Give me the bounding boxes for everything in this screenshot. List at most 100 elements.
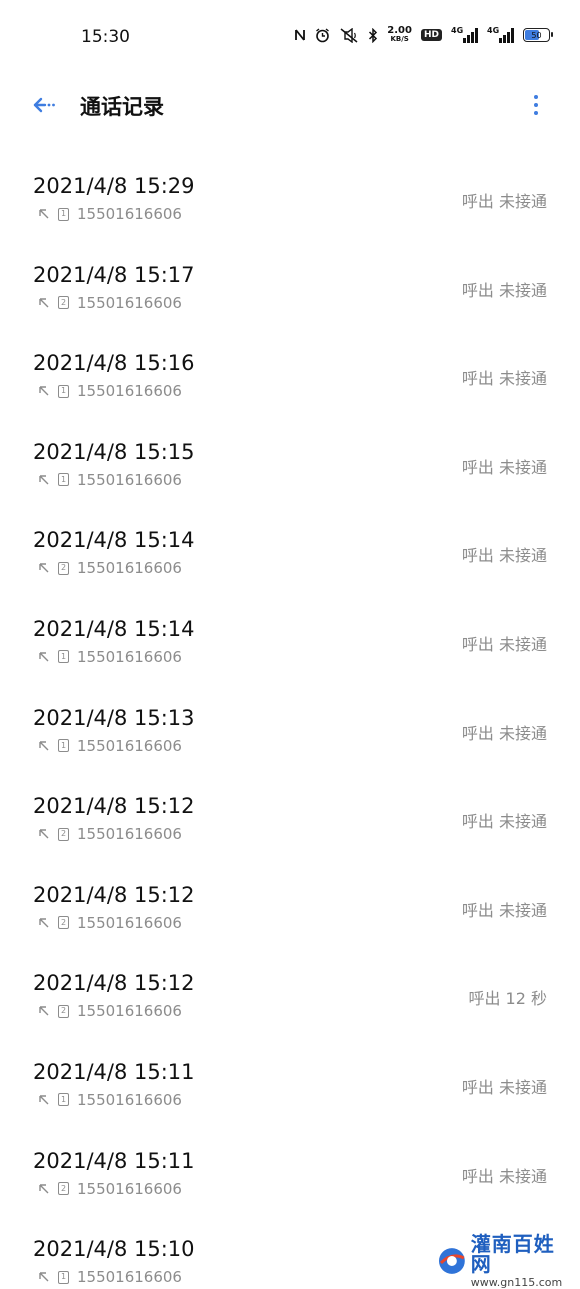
phone-number: 15501616606: [77, 470, 182, 489]
call-log-item[interactable]: 2021/4/8 15:12 2 15501616606 呼出 12 秒: [0, 957, 580, 1046]
call-details: 1 15501616606: [38, 1091, 182, 1109]
call-time: 2021/4/8 15:14: [33, 616, 195, 641]
alarm-icon: [315, 27, 330, 43]
signal-icon-1: 4G: [451, 26, 478, 43]
outgoing-call-icon: [39, 652, 49, 662]
sim-slot: 2: [60, 829, 67, 839]
sim-slot: 1: [60, 209, 67, 218]
call-status: 呼出 未接通: [461, 457, 547, 477]
watermark-name: 灌南百姓网: [470, 1232, 555, 1276]
sim-slot: 1: [60, 386, 67, 396]
call-details: 1 15501616606: [38, 648, 182, 666]
more-vertical-icon: [534, 95, 538, 99]
call-status: 呼出 未接通: [461, 1077, 547, 1097]
nfc-icon: [294, 28, 306, 42]
status-time: 15:30: [81, 27, 130, 47]
more-options-button[interactable]: [526, 92, 546, 118]
call-log-item[interactable]: 2021/4/8 15:17 2 15501616606 呼出 未接通: [0, 249, 580, 338]
sim-card-icon: 2: [58, 1004, 69, 1018]
call-time: 2021/4/8 15:11: [33, 1148, 195, 1173]
sim-slot: 2: [60, 1006, 67, 1016]
hd-badge: HD: [420, 29, 442, 41]
call-details: 1 15501616606: [38, 1268, 182, 1286]
call-log-item[interactable]: 2021/4/8 15:14 1 15501616606 呼出 未接通: [0, 603, 580, 692]
sim-card-icon: 1: [58, 739, 69, 753]
network-speed-unit: KB/S: [390, 35, 409, 43]
network-speed: 2.00 KB/S: [387, 26, 412, 44]
network-speed-value: 2.00: [387, 25, 412, 36]
watermark-url: www.gn115.com: [470, 1276, 563, 1289]
phone-number: 15501616606: [77, 1090, 182, 1109]
outgoing-call-icon: [39, 1183, 49, 1194]
call-status: 呼出 未接通: [461, 280, 547, 300]
call-log-item[interactable]: 2021/4/8 15:13 1 15501616606 呼出 未接通: [0, 692, 580, 781]
signal-2-label: 4G: [487, 26, 500, 35]
sim-slot: 2: [60, 297, 67, 307]
outgoing-call-icon: [39, 1272, 49, 1282]
call-details: 2 15501616606: [38, 1180, 182, 1198]
call-status: 呼出 未接通: [461, 546, 547, 566]
call-status: 呼出 未接通: [461, 192, 547, 211]
phone-number: 15501616606: [77, 825, 182, 844]
phone-number: 15501616606: [77, 736, 182, 755]
outgoing-call-icon: [39, 386, 49, 396]
sim-slot: 1: [60, 1094, 67, 1104]
battery-icon: 50: [523, 28, 553, 42]
call-time: 2021/4/8 15:13: [33, 705, 195, 730]
watermark-logo: 灌南百姓网 www.gn115.com: [437, 1234, 575, 1288]
phone-number: 15501616606: [77, 913, 182, 932]
phone-number: 15501616606: [77, 205, 182, 223]
call-details: 2 15501616606: [38, 914, 182, 932]
sim-card-icon: 1: [58, 473, 69, 487]
sim-card-icon: 2: [58, 561, 69, 575]
call-time: 2021/4/8 15:15: [33, 439, 195, 464]
call-time: 2021/4/8 15:17: [33, 262, 195, 287]
call-status: 呼出 未接通: [461, 634, 547, 654]
signal-1-label: 4G: [451, 26, 464, 35]
outgoing-call-icon: [39, 1006, 49, 1016]
outgoing-call-icon: [39, 829, 49, 839]
status-bar: 15:30 2.00 KB/S HD 4G 4G 50: [0, 0, 580, 74]
call-log-item[interactable]: 2021/4/8 15:14 2 15501616606 呼出 未接通: [0, 514, 580, 603]
call-details: 1 15501616606: [38, 471, 182, 489]
call-log-item[interactable]: 2021/4/8 15:12 2 15501616606 呼出 未接通: [0, 869, 580, 958]
call-log-item[interactable]: 2021/4/8 15:11 1 15501616606 呼出 未接通: [0, 1046, 580, 1135]
call-time: 2021/4/8 15:12: [33, 794, 195, 819]
outgoing-call-icon: [39, 1095, 49, 1105]
app-bar: 通话记录: [0, 74, 580, 138]
phone-number: 15501616606: [77, 1268, 182, 1287]
sim-slot: 1: [60, 1272, 67, 1282]
call-log-item[interactable]: 2021/4/8 15:29 1 15501616606 呼出 未接通: [0, 160, 580, 249]
call-time: 2021/4/8 15:10: [33, 1237, 195, 1262]
call-time: 2021/4/8 15:14: [33, 528, 195, 553]
outgoing-call-icon: [39, 475, 49, 485]
outgoing-call-icon: [39, 918, 49, 928]
call-log-item[interactable]: 2021/4/8 15:15 1 15501616606 呼出 未接通: [0, 426, 580, 515]
sim-card-icon: 1: [58, 207, 69, 221]
call-details: 2 15501616606: [38, 294, 182, 312]
call-log-item[interactable]: 2021/4/8 15:11 2 15501616606 呼出 未接通: [0, 1135, 580, 1224]
sim-card-icon: 1: [58, 384, 69, 398]
phone-number: 15501616606: [77, 647, 182, 666]
sim-slot: 1: [60, 651, 67, 661]
sim-slot: 1: [60, 740, 67, 750]
watermark-emblem-icon: [438, 1248, 465, 1274]
call-time: 2021/4/8 15:16: [33, 351, 195, 376]
sim-slot: 2: [60, 917, 67, 927]
page-title: 通话记录: [80, 95, 164, 119]
call-log-item[interactable]: 2021/4/8 15:12 2 15501616606 呼出 未接通: [0, 780, 580, 869]
sim-card-icon: 2: [58, 296, 69, 310]
call-status: 呼出 12 秒: [468, 989, 547, 1009]
call-details: 2 15501616606: [38, 1002, 182, 1020]
status-icons: 2.00 KB/S HD 4G 4G 50: [294, 26, 553, 44]
call-status: 呼出 未接通: [461, 900, 547, 920]
battery-level: 50: [531, 30, 542, 40]
signal-icon-2: 4G: [487, 26, 514, 43]
outgoing-call-icon: [39, 297, 49, 308]
outgoing-call-icon: [39, 563, 49, 573]
call-log-item[interactable]: 2021/4/8 15:16 1 15501616606 呼出 未接通: [0, 337, 580, 426]
back-button[interactable]: [31, 92, 57, 118]
call-status: 呼出 未接通: [461, 723, 547, 743]
phone-number: 15501616606: [77, 1002, 182, 1021]
call-time: 2021/4/8 15:12: [33, 882, 195, 907]
